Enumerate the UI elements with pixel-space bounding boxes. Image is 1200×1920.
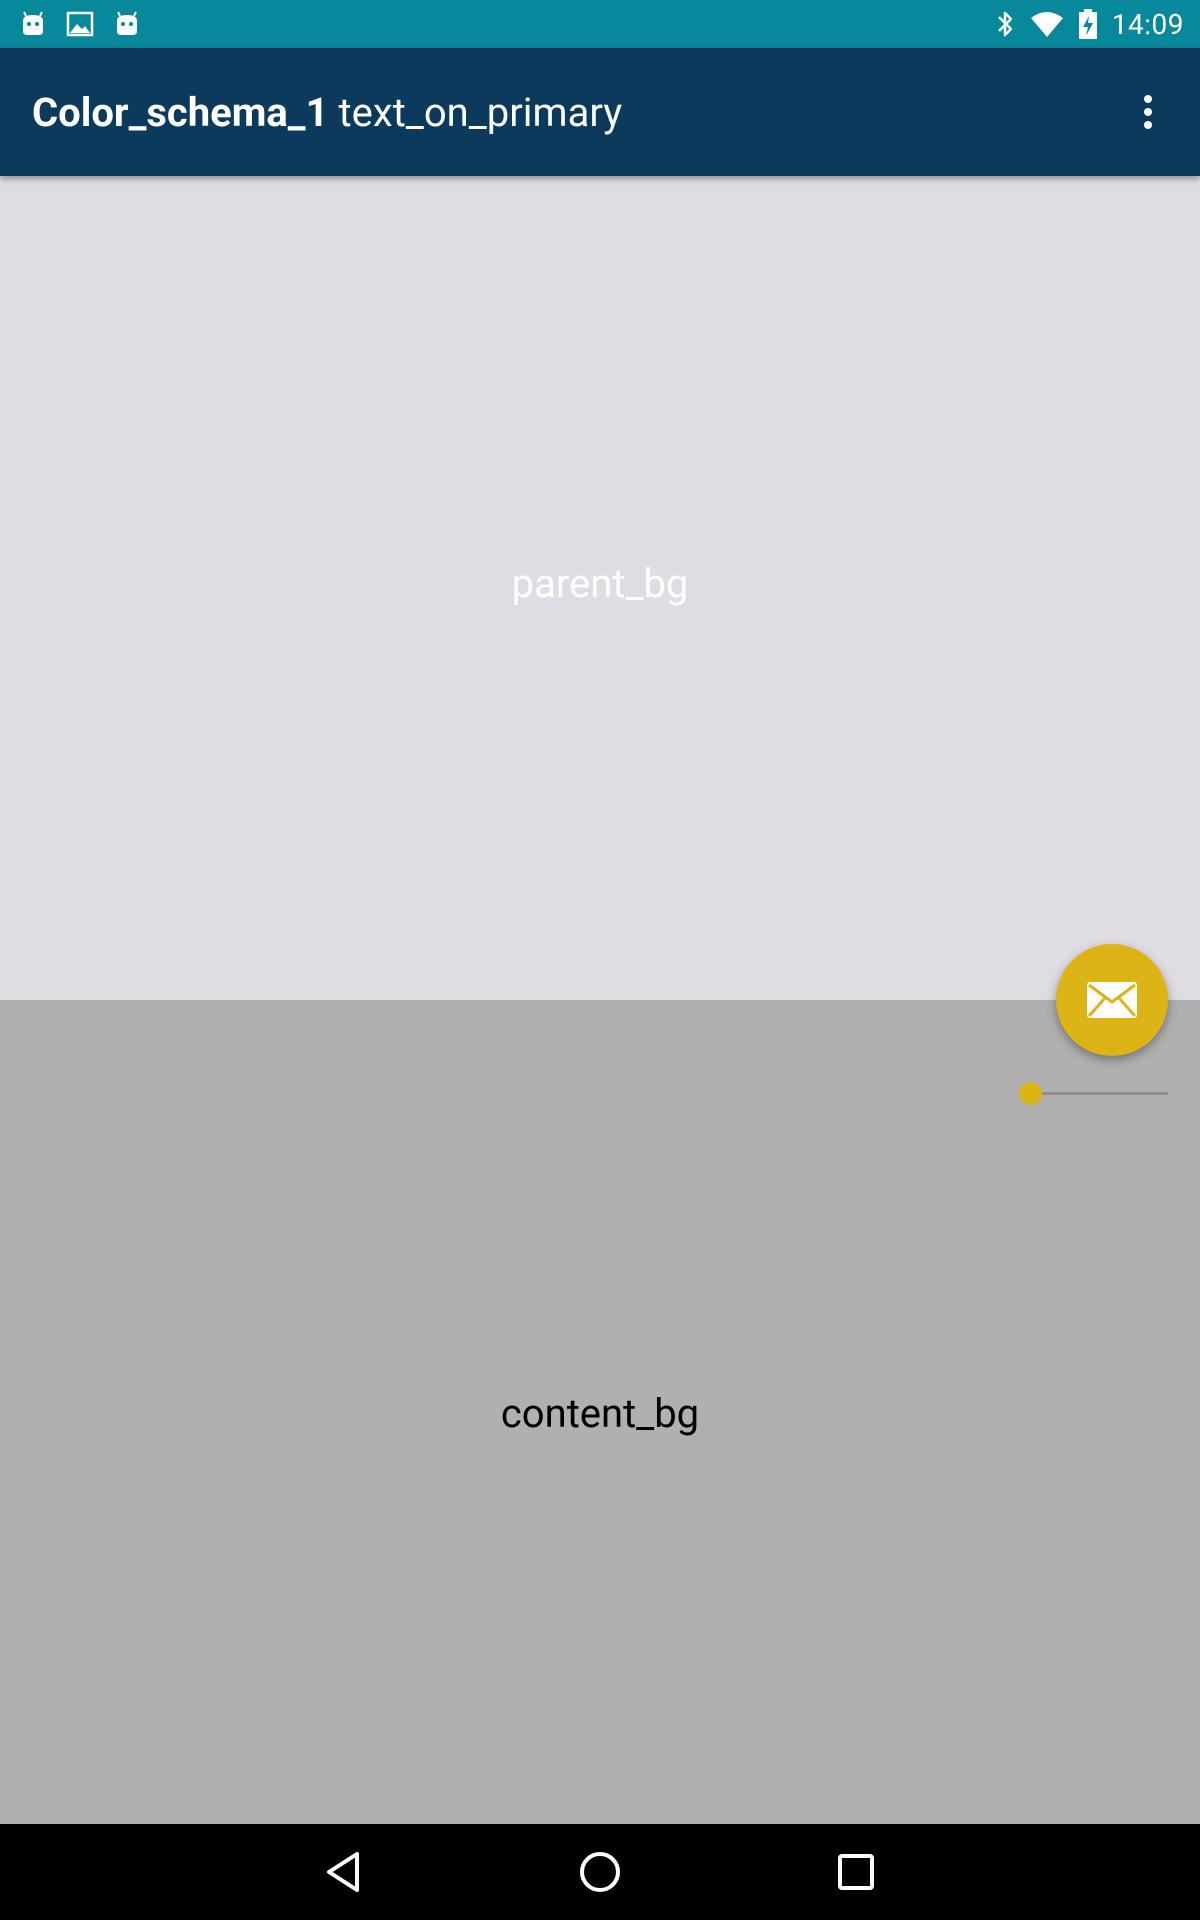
- home-icon: [578, 1850, 622, 1894]
- recents-button[interactable]: [824, 1842, 888, 1902]
- android-icon: [114, 11, 140, 37]
- app-title: Color_schema_1 text_on_primary: [32, 48, 622, 176]
- wifi-icon: [1030, 10, 1064, 38]
- home-button[interactable]: [568, 1842, 632, 1902]
- image-icon: [66, 10, 94, 38]
- slider[interactable]: [1016, 1080, 1168, 1106]
- mail-fab-button[interactable]: [1056, 944, 1168, 1056]
- back-icon: [324, 1850, 364, 1894]
- parent-area: parent_bg: [0, 176, 1200, 1000]
- content-bg-label: content_bg: [500, 1390, 700, 1437]
- overflow-menu-button[interactable]: [1116, 80, 1180, 144]
- app-title-bold: Color_schema_1: [32, 88, 329, 136]
- more-vert-icon: [1142, 94, 1154, 130]
- app-title-subtitle: text_on_primary: [338, 88, 623, 136]
- system-status: 14:09: [994, 6, 1184, 42]
- app-bar: Color_schema_1 text_on_primary: [0, 48, 1200, 176]
- parent-bg-label: parent_bg: [511, 560, 689, 607]
- status-bar: 14:09: [0, 0, 1200, 48]
- slider-track: [1030, 1092, 1168, 1095]
- back-button[interactable]: [312, 1842, 376, 1902]
- notification-icons: [20, 8, 140, 40]
- navigation-bar: [0, 1824, 1200, 1920]
- slider-thumb[interactable]: [1018, 1082, 1042, 1105]
- recents-icon: [836, 1852, 876, 1892]
- status-time: 14:09: [1111, 7, 1184, 41]
- bluetooth-icon: [994, 8, 1016, 40]
- battery-charging-icon: [1078, 8, 1098, 40]
- content-area: content_bg: [0, 1000, 1200, 1824]
- mail-icon: [1086, 981, 1138, 1019]
- screen: 14:09 Color_schema_1 text_on_primary par…: [0, 0, 1200, 1920]
- android-icon: [20, 11, 46, 37]
